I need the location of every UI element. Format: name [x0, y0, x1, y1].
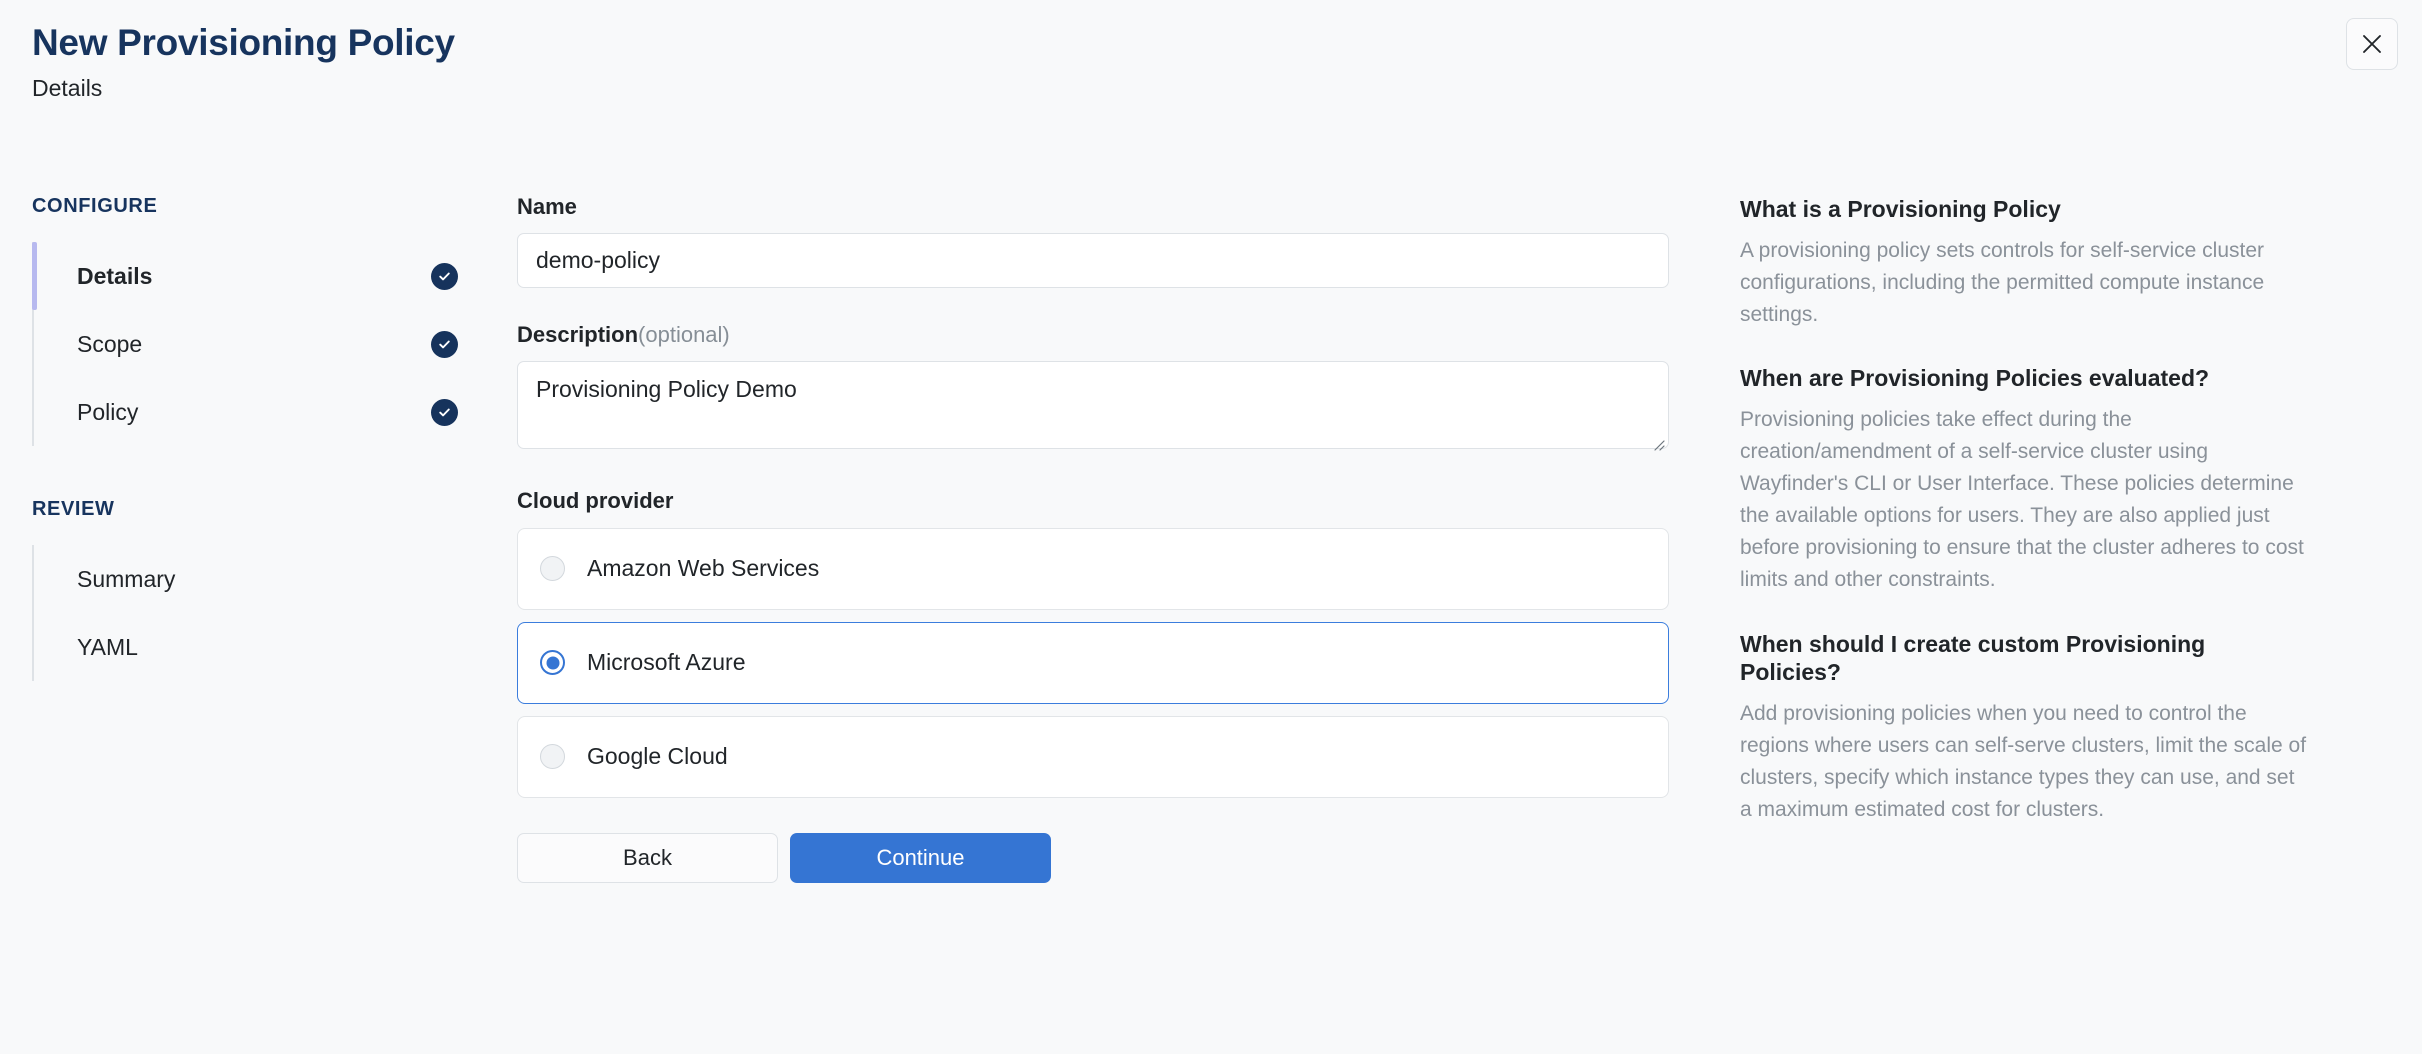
sidebar-item-policy[interactable]: Policy	[37, 378, 482, 446]
help-section-body: Add provisioning policies when you need …	[1740, 702, 2307, 821]
sidebar-item-scope[interactable]: Scope	[37, 310, 482, 378]
active-indicator-bar	[32, 378, 37, 446]
description-field-group: Description(optional) Provisioning Polic…	[517, 323, 1669, 454]
cloud-provider-option-label: Microsoft Azure	[587, 649, 746, 676]
description-textarea[interactable]: Provisioning Policy Demo	[517, 361, 1669, 450]
sidebar-item-label: Details	[77, 262, 153, 289]
page-title: New Provisioning Policy	[32, 22, 455, 63]
sidebar-group-review: Summary YAML	[32, 545, 482, 681]
close-icon	[2361, 33, 2383, 55]
name-label: Name	[517, 194, 577, 219]
continue-button[interactable]: Continue	[790, 832, 1051, 883]
cloud-provider-label: Cloud provider	[517, 488, 674, 514]
wizard-sidebar: CONFIGURE Details Scope Policy REVIEW Su…	[32, 195, 482, 681]
sidebar-item-yaml[interactable]: YAML	[37, 613, 482, 681]
cloud-provider-field-group: Cloud provider Amazon Web Services Micro…	[517, 488, 1669, 798]
name-input[interactable]	[517, 233, 1669, 289]
help-section-body: Provisioning policies take effect during…	[1740, 408, 2304, 591]
check-circle-icon	[431, 398, 458, 426]
sidebar-item-label: Policy	[77, 398, 139, 425]
cloud-provider-option-gcp[interactable]: Google Cloud	[517, 715, 1669, 798]
cloud-provider-option-azure[interactable]: Microsoft Azure	[517, 621, 1669, 704]
help-panel: What is a Provisioning Policy A provisio…	[1740, 195, 2310, 860]
help-section-body: A provisioning policy sets controls for …	[1740, 238, 2265, 326]
description-label-text: Description	[517, 322, 639, 348]
help-section-heading: What is a Provisioning Policy	[1740, 196, 2061, 222]
name-field-group: Name	[517, 194, 1669, 289]
active-indicator-bar	[32, 613, 37, 681]
page-subtitle: Details	[32, 74, 103, 101]
radio-icon	[540, 744, 565, 770]
sidebar-item-summary[interactable]: Summary	[37, 545, 482, 613]
sidebar-section-configure-title: CONFIGURE	[32, 195, 158, 217]
back-button[interactable]: Back	[517, 832, 778, 883]
cloud-provider-option-label: Google Cloud	[587, 743, 728, 770]
check-circle-icon	[431, 262, 458, 290]
sidebar-item-details[interactable]: Details	[32, 242, 482, 310]
description-optional-text: (optional)	[638, 322, 730, 348]
sidebar-section-review-title: REVIEW	[32, 498, 115, 520]
close-button[interactable]	[2346, 18, 2398, 70]
check-circle-icon	[431, 330, 458, 358]
form-actions: Back Continue	[517, 832, 1669, 883]
sidebar-group-configure: Details Scope Policy	[32, 242, 482, 446]
page-header: New Provisioning Policy Details	[0, 0, 455, 102]
description-textarea-wrap: Provisioning Policy Demo	[517, 361, 1669, 454]
cloud-provider-option-aws[interactable]: Amazon Web Services	[517, 527, 1669, 610]
sidebar-item-label: YAML	[77, 633, 138, 660]
active-indicator-bar	[32, 242, 37, 310]
radio-icon-selected	[540, 650, 565, 676]
help-section-heading: When should I create custom Provisioning…	[1740, 630, 2206, 686]
description-label: Description(optional)	[517, 323, 1669, 347]
radio-icon	[540, 556, 565, 582]
sidebar-item-label: Summary	[77, 565, 176, 592]
active-indicator-bar	[32, 310, 37, 378]
help-section-heading: When are Provisioning Policies evaluated…	[1740, 365, 2210, 392]
sidebar-item-label: Scope	[77, 330, 143, 357]
details-form: Name Description(optional) Provisioning …	[517, 194, 1669, 883]
cloud-provider-option-label: Amazon Web Services	[587, 555, 820, 582]
active-indicator-bar	[32, 545, 37, 613]
